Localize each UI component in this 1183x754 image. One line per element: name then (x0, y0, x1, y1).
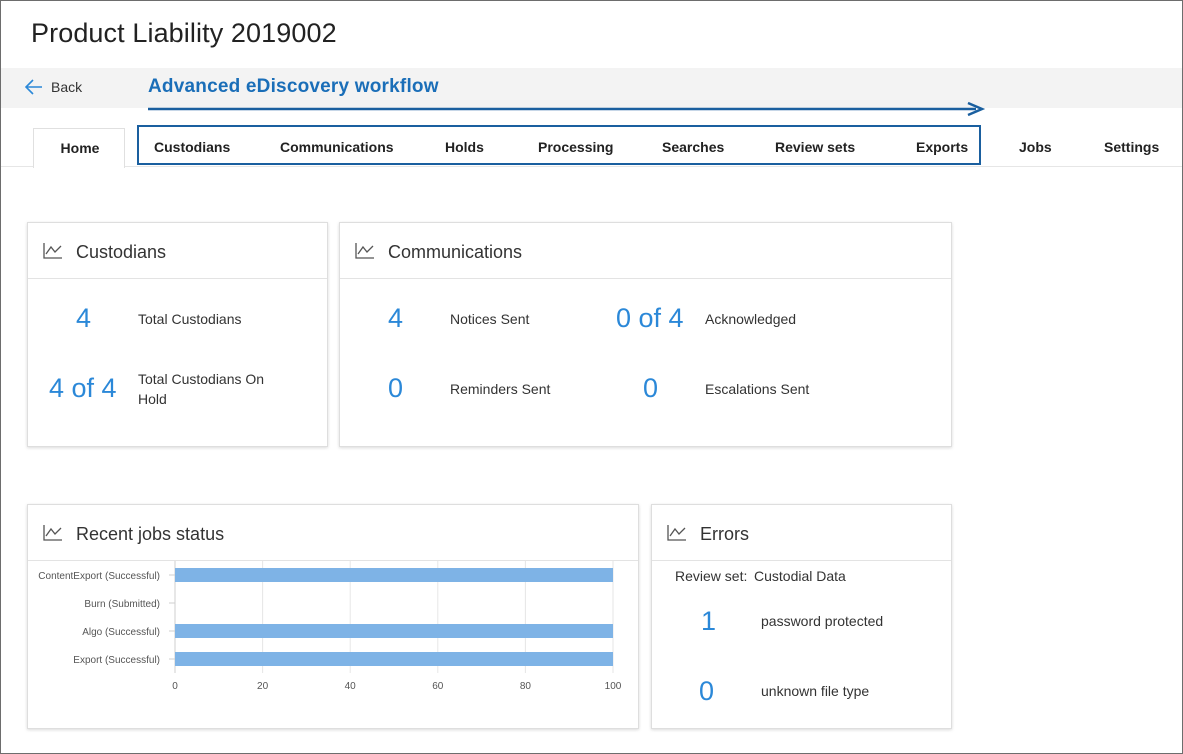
escalations-sent-value: 0 (643, 373, 659, 403)
communications-card: Communications 4 Notices Sent 0 of 4 Ack… (339, 222, 952, 447)
reminders-sent-label: Reminders Sent (450, 381, 551, 397)
x-tick-label: 0 (172, 681, 178, 692)
x-tick-label: 80 (520, 681, 532, 692)
tab-label: Home (60, 140, 100, 156)
tab-exports[interactable]: Exports (916, 139, 968, 155)
unknown-file-type-label: unknown file type (761, 683, 870, 699)
acknowledged-value: 0 of 4 (616, 303, 684, 333)
category-label: Algo (Successful) (82, 627, 160, 638)
card-title: Custodians (76, 242, 167, 262)
category-label: Export (Successful) (73, 655, 160, 666)
tab-holds[interactable]: Holds (445, 139, 484, 155)
total-custodians-value: 4 (76, 303, 92, 333)
card-title: Errors (700, 524, 749, 544)
card-header: Custodians (28, 223, 327, 279)
card-header: Errors (652, 505, 951, 561)
tab-jobs[interactable]: Jobs (1019, 139, 1052, 155)
custodians-on-hold-label: Total Custodians On Hold (138, 371, 265, 407)
total-custodians-label: Total Custodians (138, 311, 242, 327)
job-bar[interactable] (175, 568, 613, 582)
workflow-arrow (148, 101, 986, 117)
job-bar[interactable] (175, 624, 613, 638)
tab-searches[interactable]: Searches (662, 139, 724, 155)
x-tick-label: 100 (605, 681, 622, 692)
category-label: ContentExport (Successful) (38, 571, 160, 582)
category-label: Burn (Submitted) (84, 599, 160, 610)
tab-custodians[interactable]: Custodians (154, 139, 230, 155)
card-header: Communications (340, 223, 951, 279)
custodians-on-hold-value: 4 of 4 (49, 373, 117, 403)
recent-jobs-card: Recent jobs status ContentExport (Succes… (27, 504, 639, 729)
acknowledged-label: Acknowledged (705, 311, 797, 327)
review-set-value: Custodial Data (754, 568, 846, 584)
reminders-sent-value: 0 (388, 373, 404, 403)
x-tick-label: 20 (257, 681, 269, 692)
tab-communications[interactable]: Communications (280, 139, 394, 155)
escalations-sent-label: Escalations Sent (705, 381, 810, 397)
tab-home[interactable]: Home (33, 128, 125, 168)
review-set-label: Review set: (675, 568, 748, 584)
line-chart-icon (667, 525, 686, 541)
tab-review-sets[interactable]: Review sets (775, 139, 855, 155)
workflow-label: Advanced eDiscovery workflow (148, 76, 439, 97)
password-protected-label: password protected (761, 613, 884, 629)
unknown-file-type-value: 0 (699, 676, 715, 706)
x-tick-label: 40 (345, 681, 357, 692)
password-protected-value: 1 (701, 606, 717, 636)
line-chart-icon (355, 243, 374, 259)
jobs-status-chart: ContentExport (Successful) Burn (Submitte… (38, 561, 622, 692)
page-title: Product Liability 2019002 (31, 18, 337, 48)
custodians-card: Custodians 4 Total Custodians 4 of 4 Tot… (27, 222, 328, 447)
arrow-left-icon (25, 79, 42, 95)
line-chart-icon (43, 243, 62, 259)
back-label: Back (51, 79, 83, 95)
back-button[interactable]: Back (25, 79, 82, 95)
tab-settings[interactable]: Settings (1104, 139, 1159, 155)
errors-card: Errors Review set: Custodial Data 1 pass… (651, 504, 952, 729)
notices-sent-value: 4 (388, 303, 404, 333)
notices-sent-label: Notices Sent (450, 311, 530, 327)
tab-processing[interactable]: Processing (538, 139, 613, 155)
job-bar[interactable] (175, 652, 613, 666)
x-tick-label: 60 (432, 681, 444, 692)
card-title: Communications (388, 242, 523, 262)
